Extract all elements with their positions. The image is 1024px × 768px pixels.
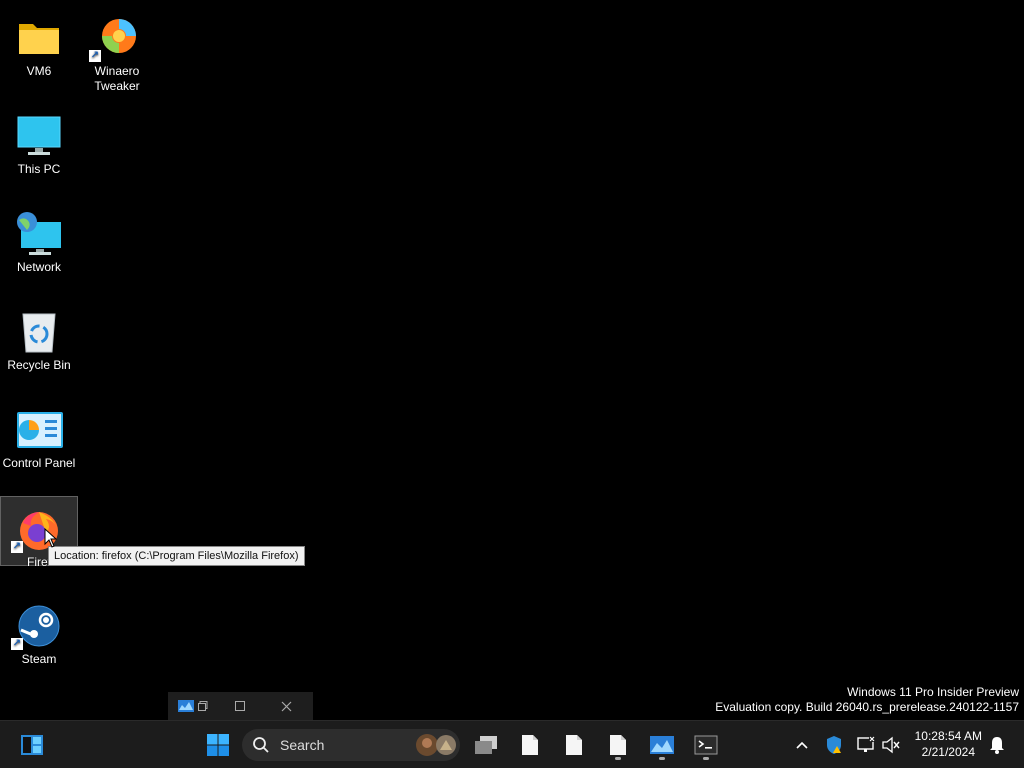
running-indicator	[659, 757, 665, 760]
steam-icon: ↗	[11, 604, 63, 650]
desktop-icon-this-pc[interactable]: This PC	[0, 104, 78, 176]
widgets-icon	[21, 735, 43, 755]
desktop-icon-label: Steam	[21, 652, 57, 666]
desktop[interactable]: VM6 ↗ Winaero Tweaker This PC Network Re…	[0, 0, 1024, 720]
tray-network-button[interactable]	[855, 733, 877, 757]
desktop-icon-label: This PC	[17, 162, 61, 176]
taskbar-search[interactable]: Search	[242, 729, 460, 761]
desktop-icon-recycle-bin[interactable]: Recycle Bin	[0, 300, 78, 372]
task-view-icon	[475, 736, 497, 754]
window-preview-bar[interactable]	[168, 692, 313, 720]
image-viewer-icon	[650, 736, 674, 754]
network-status-icon	[857, 736, 875, 752]
folder-icon	[15, 16, 63, 60]
show-hidden-icons-button[interactable]	[791, 733, 813, 757]
task-view-button[interactable]	[470, 729, 502, 761]
terminal-icon	[694, 735, 718, 755]
shortcut-arrow-icon: ↗	[11, 541, 23, 553]
windows-logo-icon	[207, 734, 229, 756]
desktop-icon-label: Winaero Tweaker	[94, 64, 140, 93]
shield-warning-icon	[827, 736, 841, 754]
control-panel-icon	[15, 408, 63, 452]
document-icon	[522, 735, 538, 755]
clock-time: 10:28:54 AM	[914, 729, 982, 743]
watermark-build: Evaluation copy. Build 26040.rs_prerelea…	[715, 700, 1019, 714]
desktop-icon-control-panel[interactable]: Control Panel	[0, 398, 78, 470]
recycle-bin-icon	[15, 310, 63, 354]
search-label: Search	[280, 737, 325, 753]
running-indicator	[615, 757, 621, 760]
shortcut-arrow-icon: ↗	[89, 50, 101, 62]
notifications-button[interactable]	[986, 733, 1008, 757]
volume-muted-icon	[882, 736, 900, 754]
search-icon	[253, 737, 269, 753]
clock-date: 2/21/2024	[921, 745, 975, 759]
restore-icon[interactable]	[196, 701, 210, 711]
network-icon	[15, 212, 63, 256]
desktop-icon-tooltip: Location: firefox (C:\Program Files\Mozi…	[48, 546, 305, 566]
monitor-icon	[15, 114, 63, 158]
bell-icon	[990, 737, 1004, 754]
search-highlight-icon	[416, 734, 456, 756]
maximize-icon[interactable]	[210, 701, 270, 711]
document-icon	[566, 735, 582, 755]
watermark-edition: Windows 11 Pro Insider Preview	[847, 685, 1019, 699]
tray-volume-button[interactable]	[880, 733, 902, 757]
close-icon[interactable]	[270, 701, 303, 712]
preview-app-icon	[176, 700, 196, 712]
document-icon	[610, 735, 626, 755]
taskbar-app-document-3[interactable]	[602, 729, 634, 761]
taskbar-clock[interactable]: 10:28:54 AM 2/21/2024	[915, 728, 982, 760]
desktop-icon-label: Network	[16, 260, 61, 274]
taskbar-app-document-1[interactable]	[514, 729, 546, 761]
taskbar-app-image-viewer[interactable]	[646, 729, 678, 761]
mouse-cursor-icon	[44, 528, 58, 548]
running-indicator	[703, 757, 709, 760]
taskbar-app-terminal[interactable]	[690, 729, 722, 761]
desktop-icon-label: Control Panel	[2, 456, 76, 470]
taskbar: Search 10:28:54 AM 2/21/2024	[0, 720, 1024, 768]
desktop-icon-steam[interactable]: ↗ Steam	[0, 594, 78, 666]
start-button[interactable]	[202, 729, 234, 761]
windows-watermark: Windows 11 Pro Insider Preview Evaluatio…	[715, 685, 1019, 715]
chevron-up-icon	[796, 741, 808, 749]
tray-security-button[interactable]	[824, 733, 846, 757]
winaero-tweaker-icon: ↗	[89, 16, 141, 62]
desktop-icon-network[interactable]: Network	[0, 202, 78, 274]
taskbar-app-document-2[interactable]	[558, 729, 590, 761]
desktop-icon-label: VM6	[26, 64, 52, 78]
shortcut-arrow-icon: ↗	[11, 638, 23, 650]
desktop-icon-vm6[interactable]: VM6	[0, 6, 78, 78]
desktop-icon-label: Recycle Bin	[7, 358, 71, 372]
desktop-icon-winaero-tweaker[interactable]: ↗ Winaero Tweaker	[78, 6, 156, 93]
widgets-button[interactable]	[16, 729, 48, 761]
